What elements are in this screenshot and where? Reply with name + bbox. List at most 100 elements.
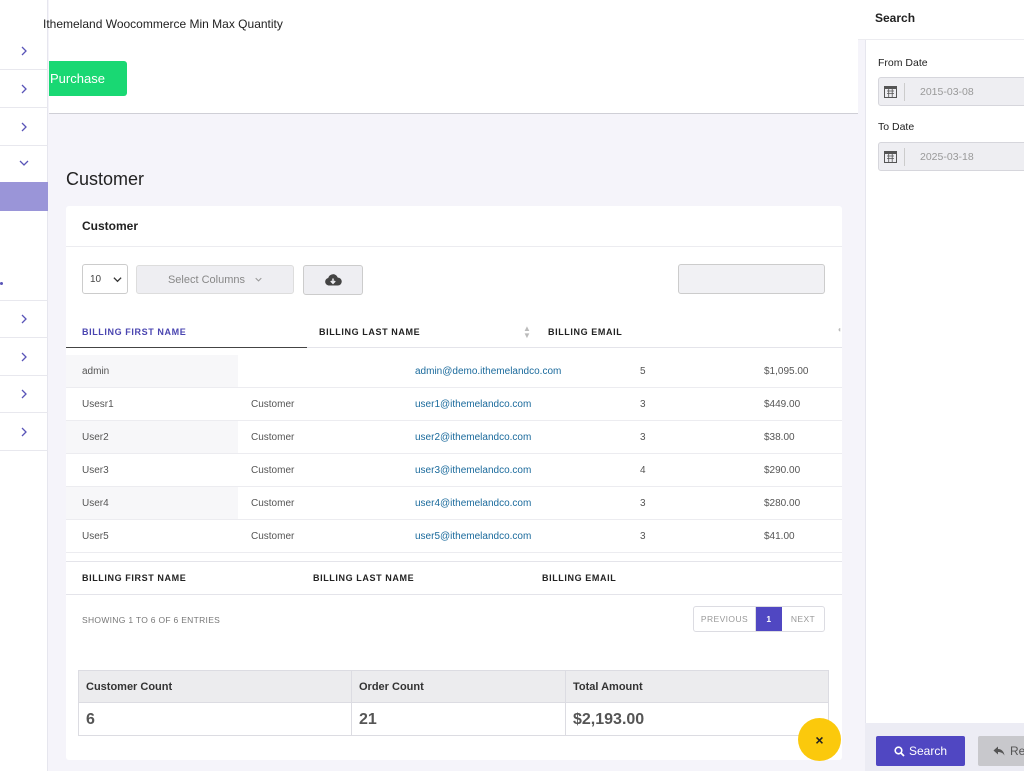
cell-email[interactable]: admin@demo.ithemelandco.com	[415, 355, 561, 388]
sidebar	[0, 0, 48, 771]
summary-total-amount: Total Amount $2,193.00	[566, 671, 828, 735]
pagination-next-button[interactable]: NEXT	[782, 607, 824, 631]
sidebar-item-6[interactable]	[0, 338, 48, 376]
column-header-email[interactable]: BILLING EMAIL	[548, 327, 622, 337]
summary-header-label: Customer Count	[86, 681, 173, 693]
cell-first-name: Usesr1	[82, 399, 114, 410]
sidebar-marker	[0, 282, 3, 285]
summary-header-label: Total Amount	[573, 681, 643, 693]
cell-first-name: User2	[82, 432, 109, 443]
table-row: User3 Customer user3@ithemelandco.com 4 …	[66, 454, 842, 487]
footer-column-last-name: BILLING LAST NAME	[313, 573, 415, 583]
close-panel-button[interactable]: ×	[798, 718, 841, 761]
chevron-right-icon	[21, 122, 27, 131]
sidebar-subitem-active[interactable]	[0, 182, 48, 211]
chevron-right-icon	[21, 427, 27, 436]
page-title: Customer	[66, 169, 145, 189]
summary-order-count: Order Count 21	[352, 671, 566, 735]
sidebar-item-8[interactable]	[0, 413, 48, 451]
cell-first-name: User4	[82, 498, 109, 509]
calendar-icon	[884, 151, 897, 163]
sidebar-item-1[interactable]	[0, 32, 48, 70]
to-date-input[interactable]: 2025-03-18	[878, 142, 1024, 171]
cell-amount: $1,095.00	[764, 366, 809, 377]
column-header-last-name[interactable]: BILLING LAST NAME	[319, 327, 420, 337]
sort-icon: ◖	[837, 325, 842, 334]
select-columns-placeholder: Select Columns	[167, 273, 246, 286]
summary-table: Customer Count 6 Order Count 21 Total Am…	[78, 670, 829, 736]
cloud-download-icon	[325, 274, 342, 286]
pagination: PREVIOUS 1 NEXT	[693, 606, 825, 632]
summary-value: 21	[359, 711, 377, 728]
page-length-value: 10	[90, 273, 102, 285]
search-button[interactable]: Search	[876, 736, 965, 766]
chevron-down-icon	[113, 276, 122, 282]
plugin-title: Ithemeland Woocommerce Min Max Quantity	[43, 17, 283, 31]
chevron-right-icon	[21, 314, 27, 324]
sidebar-item-5[interactable]	[0, 300, 48, 338]
column-header-first-name[interactable]: BILLING FIRST NAME	[82, 327, 186, 337]
cell-first-name: User3	[82, 465, 109, 476]
download-button[interactable]	[303, 265, 363, 295]
chevron-down-icon	[19, 160, 29, 166]
sidebar-item-7[interactable]	[0, 375, 48, 413]
footer-column-email: BILLING EMAIL	[542, 573, 617, 583]
cell-email[interactable]: user5@ithemelandco.com	[415, 520, 531, 553]
entries-info: SHOWING 1 TO 6 OF 6 ENTRIES	[82, 615, 221, 625]
cell-order-count: 5	[640, 366, 646, 377]
search-button-label: Search	[908, 744, 948, 758]
page-length-select[interactable]: 10	[82, 264, 128, 294]
from-date-label: From Date	[878, 57, 928, 69]
to-date-label: To Date	[878, 121, 915, 133]
table-row: admin admin@demo.ithemelandco.com 5 $1,0…	[66, 355, 842, 388]
header-divider	[307, 347, 842, 348]
table-search-input[interactable]	[678, 264, 825, 294]
cell-email[interactable]: user3@ithemelandco.com	[415, 454, 531, 487]
card-title: Customer	[82, 219, 139, 233]
to-date-value: 2025-03-18	[920, 151, 974, 163]
chevron-right-icon	[21, 389, 27, 398]
search-panel-title: Search	[875, 11, 916, 25]
footer-divider	[66, 561, 842, 562]
pagination-page-1[interactable]: 1	[756, 607, 782, 631]
sort-icon: ▼	[523, 331, 531, 340]
reset-button[interactable]: Reset	[978, 736, 1024, 766]
reply-icon	[993, 746, 1005, 756]
chevron-right-icon	[21, 352, 27, 361]
summary-header-label: Order Count	[359, 681, 424, 693]
cell-last-name: Customer	[251, 432, 295, 443]
sidebar-item-4-expanded[interactable]	[0, 144, 48, 182]
sidebar-item-3[interactable]	[0, 108, 48, 146]
cell-order-count: 3	[640, 432, 646, 443]
purchase-button[interactable]: Purchase	[49, 61, 127, 96]
cell-email[interactable]: user2@ithemelandco.com	[415, 421, 531, 454]
summary-customer-count: Customer Count 6	[79, 671, 352, 735]
search-panel-header: Search	[858, 0, 1024, 40]
cell-last-name: Customer	[251, 399, 295, 410]
top-header: Ithemeland Woocommerce Min Max Quantity …	[43, 0, 858, 114]
chevron-down-icon	[255, 277, 262, 282]
cell-email[interactable]: user4@ithemelandco.com	[415, 487, 531, 520]
pagination-previous-button[interactable]: PREVIOUS	[694, 607, 756, 631]
summary-value: $2,193.00	[573, 711, 645, 728]
cell-order-count: 4	[640, 465, 646, 476]
summary-value: 6	[86, 711, 95, 728]
select-columns-dropdown[interactable]: Select Columns	[136, 265, 294, 294]
table-row: User4 Customer user4@ithemelandco.com 3 …	[66, 487, 842, 520]
cell-amount: $290.00	[764, 465, 801, 476]
cell-order-count: 3	[640, 399, 646, 410]
from-date-input[interactable]: 2015-03-08	[878, 77, 1024, 106]
footer-divider	[66, 594, 842, 595]
cell-last-name: Customer	[251, 498, 295, 509]
cell-order-count: 3	[640, 498, 646, 509]
cell-amount: $449.00	[764, 399, 801, 410]
chevron-right-icon	[21, 46, 27, 55]
card-header: Customer	[66, 206, 842, 247]
cell-amount: $38.00	[764, 432, 795, 443]
cell-email[interactable]: user1@ithemelandco.com	[415, 388, 531, 421]
sidebar-item-2[interactable]	[0, 70, 48, 108]
reset-button-label: Reset	[1010, 744, 1024, 758]
footer-column-first-name: BILLING FIRST NAME	[82, 573, 187, 583]
customer-card: Customer 10 Select Columns BILLING FIRST…	[66, 206, 842, 760]
cell-amount: $280.00	[764, 498, 801, 509]
